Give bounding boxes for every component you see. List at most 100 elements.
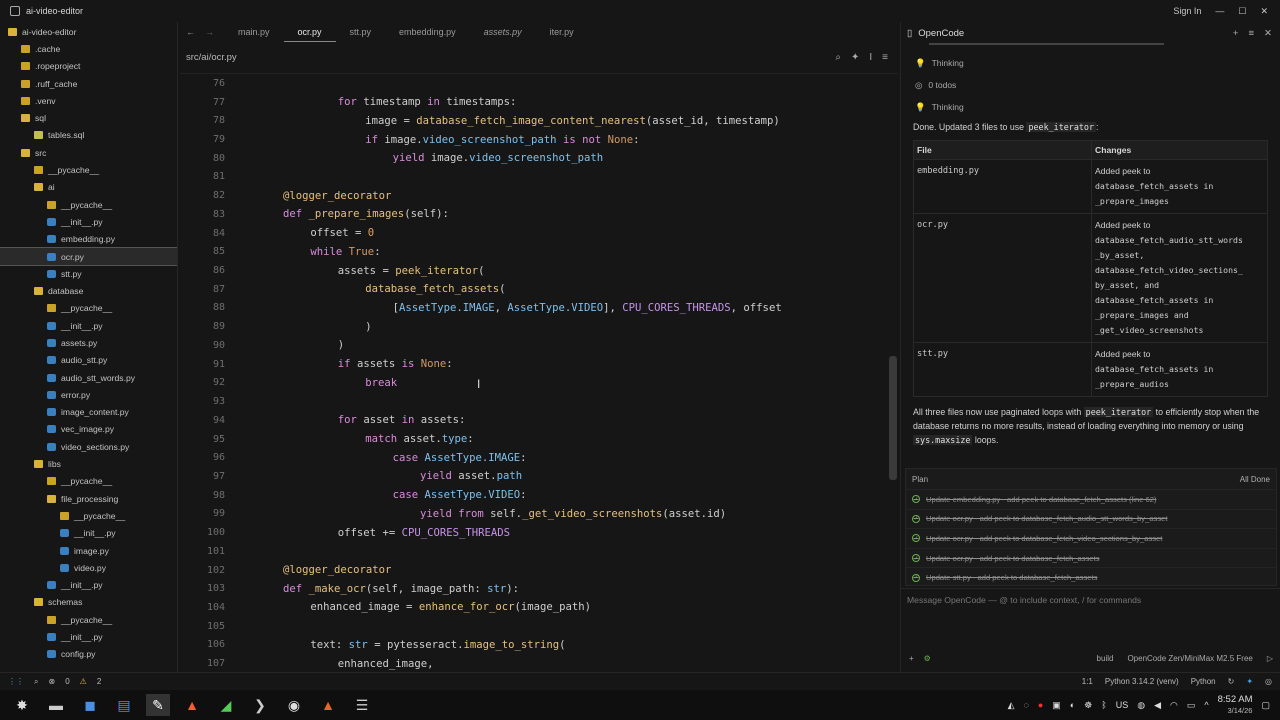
code-line[interactable]: 94 for asset in assets: xyxy=(180,411,890,430)
tree-item[interactable]: __init__.py xyxy=(0,317,177,334)
code-line[interactable]: 102 @logger_decorator xyxy=(180,561,890,580)
code-line[interactable]: 97 yield asset.path xyxy=(180,467,890,486)
tree-item[interactable]: __init__.py xyxy=(0,525,177,542)
code-line[interactable]: 101 xyxy=(180,542,890,561)
settings-sliders-icon[interactable]: ≡ xyxy=(882,52,888,63)
message-placeholder[interactable]: Message OpenCode — @ to include context,… xyxy=(901,589,1280,611)
code-line[interactable]: 84 offset = 0 xyxy=(180,224,890,243)
app-menu-icon[interactable] xyxy=(10,6,20,16)
tree-item[interactable]: embedding.py xyxy=(0,231,177,248)
nav-back-icon[interactable]: ← xyxy=(180,27,201,37)
code-line[interactable]: 90) xyxy=(180,336,890,355)
code-line[interactable]: 91 if assets is None: xyxy=(180,355,890,374)
code-line[interactable]: 83 def _prepare_images(self): xyxy=(180,205,890,224)
tree-item[interactable]: .venv xyxy=(0,92,177,109)
record-icon[interactable]: ● xyxy=(1038,700,1043,710)
code-line[interactable]: 105 xyxy=(180,617,890,636)
sign-in-button[interactable]: Sign In xyxy=(1173,6,1201,16)
language-mode[interactable]: Python xyxy=(1191,677,1216,686)
tree-item[interactable]: src xyxy=(0,144,177,161)
tree-item[interactable]: video_sections.py xyxy=(0,438,177,455)
tree-item[interactable]: .cache xyxy=(0,40,177,57)
browser-app-icon[interactable]: ▲ xyxy=(180,694,204,716)
agent-settings-icon[interactable]: ⚙ xyxy=(924,654,931,663)
code-line[interactable]: 79 if image.video_screenshot_path is not … xyxy=(180,130,890,149)
tree-item[interactable]: __init__.py xyxy=(0,577,177,594)
tree-item[interactable]: libs xyxy=(0,455,177,472)
tree-item[interactable]: vec_image.py xyxy=(0,421,177,438)
tray-app-icon[interactable]: ◌ xyxy=(1023,700,1028,710)
store-app-icon[interactable]: ◼ xyxy=(78,694,102,716)
tab-stt-py[interactable]: stt.py xyxy=(336,22,386,42)
todos-row[interactable]: ◎ 0 todos xyxy=(901,74,1280,96)
maximize-icon[interactable]: ☐ xyxy=(1238,6,1246,17)
tray-app-icon[interactable]: ▣ xyxy=(1052,700,1061,711)
battery-icon[interactable]: ▭ xyxy=(1187,700,1196,711)
cursor-icon[interactable]: I xyxy=(869,52,872,63)
file-search-icon[interactable]: ⌕ xyxy=(34,677,38,687)
tree-item[interactable]: __pycache__ xyxy=(0,300,177,317)
code-area[interactable]: 76 77 for timestamp in timestamps: 78 image … xyxy=(180,74,890,672)
code-line[interactable]: 92 break xyxy=(180,374,890,393)
tree-item[interactable]: __pycache__ xyxy=(0,473,177,490)
code-line[interactable]: 106 text: str = pytesseract.image_to_stri… xyxy=(180,636,890,655)
add-context-icon[interactable]: + xyxy=(909,654,914,663)
clock[interactable]: 8:52 AM 3/14/26 xyxy=(1218,694,1253,716)
tab-embedding-py[interactable]: embedding.py xyxy=(385,22,470,42)
tree-item[interactable]: .ropeproject xyxy=(0,58,177,75)
tab-iter-py[interactable]: iter.py xyxy=(536,22,588,42)
tree-item[interactable]: __init__.py xyxy=(0,213,177,230)
code-line[interactable]: 80 yield image.video_screenshot_path xyxy=(180,149,890,168)
keyboard-layout[interactable]: US xyxy=(1116,700,1129,710)
tree-item[interactable]: audio_stt_words.py xyxy=(0,369,177,386)
tab-ocr-py[interactable]: ocr.py xyxy=(283,22,336,42)
code-line[interactable]: 93 xyxy=(180,392,890,411)
close-icon[interactable]: ✕ xyxy=(1260,6,1268,17)
assistant-icon[interactable]: ✦ xyxy=(1246,677,1253,686)
tree-item[interactable]: __init__.py xyxy=(0,628,177,645)
tree-item[interactable]: __pycache__ xyxy=(0,507,177,524)
bluetooth-icon[interactable]: ᛒ xyxy=(1101,700,1106,710)
tree-item[interactable]: __pycache__ xyxy=(0,196,177,213)
editor-app-icon[interactable]: ✎ xyxy=(146,694,170,716)
edit-prediction-icon[interactable]: ↻ xyxy=(1228,677,1235,686)
tab-assets-py[interactable]: assets.py xyxy=(470,22,536,42)
minimize-icon[interactable]: — xyxy=(1215,6,1224,16)
monitor-app-icon[interactable]: ◢ xyxy=(214,694,238,716)
nav-forward-icon[interactable]: → xyxy=(201,27,224,37)
code-line[interactable]: 100 offset += CPU_CORES_THREADS xyxy=(180,523,890,542)
start-icon[interactable]: ✸ xyxy=(10,694,34,716)
tree-item[interactable]: schemas xyxy=(0,594,177,611)
tree-item[interactable]: file_processing xyxy=(0,490,177,507)
breadcrumb-path[interactable]: src/ai/ocr.py xyxy=(186,52,237,63)
tray-expand-icon[interactable]: ^ xyxy=(1204,700,1208,710)
shell-app-icon[interactable]: ❯ xyxy=(248,694,272,716)
panel-close-icon[interactable]: ✕ xyxy=(1264,28,1272,39)
code-line[interactable]: 107 enhanced_image, xyxy=(180,654,890,672)
code-line[interactable]: 99 yield from self._get_video_screenshots… xyxy=(180,505,890,524)
thinking-row[interactable]: 💡 Thinking xyxy=(901,52,1280,74)
notifications-icon[interactable]: ▢ xyxy=(1261,700,1270,711)
send-icon[interactable]: ▷ xyxy=(1267,654,1273,663)
code-line[interactable]: 104 enhanced_image = enhance_for_ocr(imag… xyxy=(180,598,890,617)
warning-count[interactable]: 2 xyxy=(97,677,101,686)
plan-header[interactable]: Plan All Done xyxy=(906,469,1276,489)
code-line[interactable]: 98 case AssetType.VIDEO: xyxy=(180,486,890,505)
tree-item[interactable]: __pycache__ xyxy=(0,611,177,628)
code-line[interactable]: 103 def _make_ocr(self, image_path: str): xyxy=(180,579,890,598)
tree-item[interactable]: error.py xyxy=(0,386,177,403)
github-app-icon[interactable]: ◉ xyxy=(282,694,306,716)
editor-scrollbar[interactable] xyxy=(889,356,897,480)
error-count[interactable]: 0 xyxy=(65,677,69,686)
tree-item[interactable]: .ruff_cache xyxy=(0,75,177,92)
panel-menu-icon[interactable]: ≡ xyxy=(1248,28,1254,39)
tray-app-icon[interactable]: ◭ xyxy=(1008,700,1015,711)
python-env[interactable]: Python 3.14.2 (venv) xyxy=(1105,677,1179,686)
cursor-position[interactable]: 1:1 xyxy=(1082,677,1093,686)
tree-item[interactable]: ai xyxy=(0,179,177,196)
mode-selector[interactable]: build xyxy=(1097,654,1114,663)
panel-toggle-icon[interactable]: ⋮⋮ xyxy=(8,677,24,686)
tree-item[interactable]: assets.py xyxy=(0,334,177,351)
code-line[interactable]: 95 match asset.type: xyxy=(180,430,890,449)
tree-item[interactable]: tables.sql xyxy=(0,127,177,144)
